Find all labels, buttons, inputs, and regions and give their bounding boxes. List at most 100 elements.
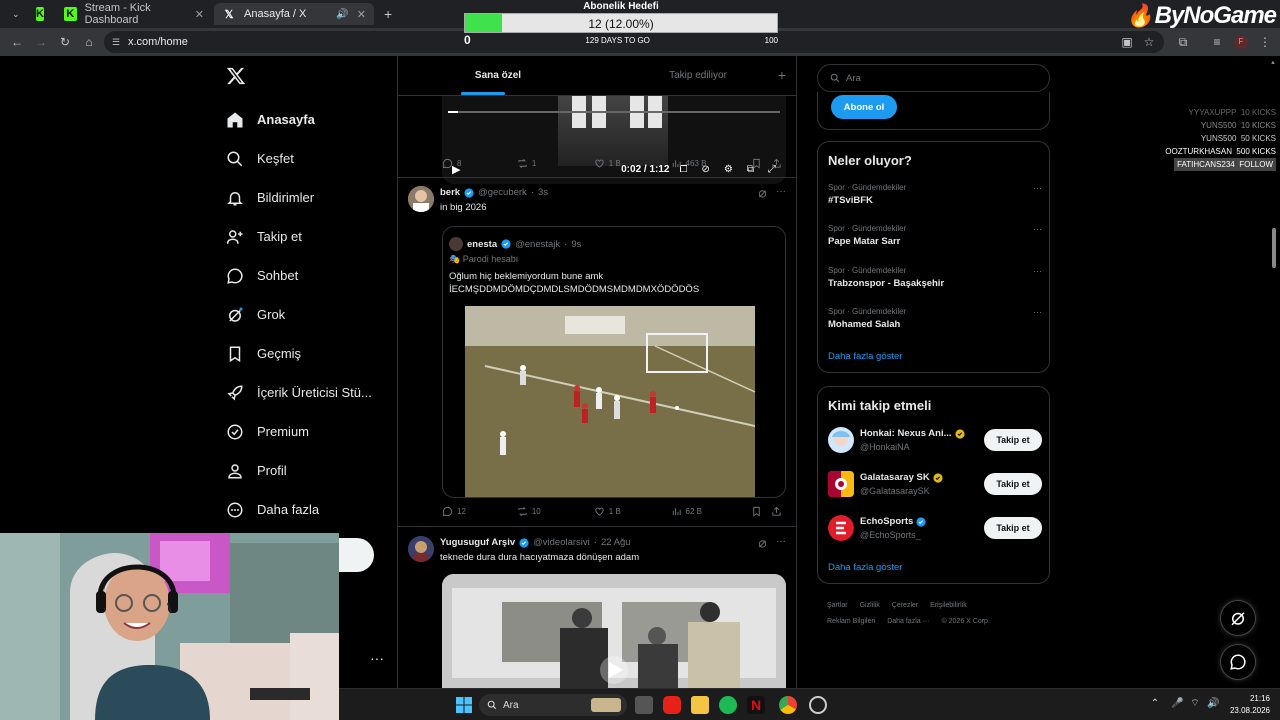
subscribe-button[interactable]: Abone ol <box>831 95 897 119</box>
avatar[interactable] <box>828 515 854 541</box>
sidebar-item-bookmarks[interactable]: Geçmiş <box>226 334 372 373</box>
like-button[interactable]: 1 B <box>594 506 671 517</box>
messages-floating-button[interactable] <box>1220 644 1256 680</box>
forward-icon[interactable]: → <box>34 35 48 49</box>
views-button[interactable]: 463 B <box>671 158 752 169</box>
audio-icon[interactable]: 🔊 <box>336 9 348 20</box>
windows-start-button[interactable] <box>455 696 473 714</box>
footer-link[interactable]: Erişilebilirlik <box>930 602 967 609</box>
tray-chevron-icon[interactable]: ⌃ <box>1149 698 1161 710</box>
trend-item[interactable]: Spor · Gündemdekiler Pape Matar Sarr ··· <box>828 224 1042 247</box>
show-more-link[interactable]: Daha fazla göster <box>828 562 902 573</box>
file-explorer-icon[interactable] <box>691 696 709 714</box>
quoted-tweet[interactable]: enesta @enestajk · 9s 🎭 Parodi hesabı Oğ… <box>442 226 786 498</box>
trend-item[interactable]: Spor · Gündemdekiler Mohamed Salah ··· <box>828 307 1042 330</box>
sidebar-item-grok[interactable]: Grok <box>226 295 372 334</box>
quoted-video-thumbnail[interactable] <box>465 306 755 497</box>
footer-link[interactable]: Gizlilik <box>860 602 880 609</box>
tab-kick-dashboard[interactable]: K Stream - Kick Dashboard ✕ <box>56 2 212 26</box>
show-more-link[interactable]: Daha fazla göster <box>828 351 902 362</box>
search-box[interactable] <box>817 64 1050 92</box>
follow-suggestion[interactable]: EchoSports @EchoSports_ Takip et <box>828 513 1042 543</box>
avatar[interactable] <box>408 186 434 212</box>
youtube-app-icon[interactable] <box>663 696 681 714</box>
extensions-icon[interactable]: ⧉ <box>1176 35 1190 49</box>
site-info-icon[interactable]: ☰ <box>112 37 120 48</box>
footer-link[interactable]: Şartlar <box>827 602 848 609</box>
tweet-time[interactable]: 22 Ağu <box>601 537 631 548</box>
sidebar-item-more[interactable]: Daha fazla <box>226 490 372 529</box>
follow-button[interactable]: Takip et <box>984 429 1042 451</box>
video-player[interactable]: ▶ 0:02 / 1:12 ⧠ ⊘ ⚙ ⧉ ⤢ <box>442 96 786 184</box>
sidebar-item-premium[interactable]: Premium <box>226 412 372 451</box>
bookmark-button[interactable] <box>751 158 771 169</box>
tweet-time[interactable]: 3s <box>538 187 548 198</box>
more-options-icon[interactable]: ··· <box>776 536 786 547</box>
search-input[interactable] <box>846 72 1026 84</box>
sidebar-item-follow[interactable]: Takip et <box>226 217 372 256</box>
grok-floating-button[interactable] <box>1220 600 1256 636</box>
more-options-icon[interactable]: ··· <box>1033 307 1042 317</box>
tweet[interactable]: Yugusuguf Arşiv @videolarsivi · 22 Ağu ·… <box>398 528 796 690</box>
sidebar-item-notifications[interactable]: Bildirimler <box>226 178 372 217</box>
sidebar-item-chat[interactable]: Sohbet <box>226 256 372 295</box>
page-scrollbar[interactable]: ▲ <box>1270 60 1278 688</box>
volume-icon[interactable]: 🔊 <box>1207 698 1219 710</box>
close-icon[interactable]: ✕ <box>195 8 204 21</box>
follow-button[interactable]: Takip et <box>984 473 1042 495</box>
task-view-icon[interactable] <box>635 696 653 714</box>
add-feed-icon[interactable]: + <box>778 67 786 83</box>
tab-x-home[interactable]: 𝕏 Anasayfa / X 🔊 ✕ <box>214 3 374 25</box>
repost-button[interactable]: 10 <box>517 506 594 517</box>
views-button[interactable]: 62 B <box>671 506 752 517</box>
profile-avatar[interactable]: F <box>1234 35 1248 49</box>
sidebar-item-profile[interactable]: Profil <box>226 451 372 490</box>
share-button[interactable] <box>771 506 782 517</box>
sidebar-item-explore[interactable]: Keşfet <box>226 139 372 178</box>
tweet-video-thumbnail[interactable] <box>442 574 786 690</box>
avatar[interactable] <box>408 536 434 562</box>
more-options-icon[interactable]: ··· <box>776 186 786 197</box>
x-logo-icon[interactable] <box>226 66 246 86</box>
cast-icon[interactable]: ▣ <box>1120 35 1134 49</box>
scroll-up-icon[interactable]: ▲ <box>1270 60 1276 66</box>
share-button[interactable] <box>771 158 782 169</box>
follow-suggestion[interactable]: Galatasaray SK @GalatasaraySK Takip et <box>828 469 1042 499</box>
author-name[interactable]: Yugusuguf Arşiv <box>440 537 515 548</box>
like-button[interactable]: 1 B <box>594 158 671 169</box>
avatar[interactable] <box>828 471 854 497</box>
more-options-icon[interactable]: ··· <box>1033 183 1042 193</box>
tab-for-you[interactable]: Sana özel <box>398 56 598 95</box>
star-icon[interactable]: ☆ <box>1142 35 1156 49</box>
tweet[interactable]: berk @gecuberk · 3s ··· in big 2026 enes… <box>398 178 796 526</box>
trend-item[interactable]: Spor · Gündemdekiler Trabzonspor - Başak… <box>828 266 1042 289</box>
sidebar-item-home[interactable]: Anasayfa <box>226 100 372 139</box>
reply-button[interactable]: 8 <box>442 158 517 169</box>
footer-link[interactable]: Daha fazla ··· <box>887 618 929 625</box>
microphone-icon[interactable]: 🎤 <box>1171 698 1183 710</box>
author-handle[interactable]: @gecuberk <box>478 187 527 198</box>
scrollbar-thumb[interactable] <box>1272 228 1276 268</box>
app-icon[interactable] <box>809 696 827 714</box>
close-icon[interactable]: ✕ <box>357 8 366 21</box>
spotify-app-icon[interactable] <box>719 696 737 714</box>
back-icon[interactable]: ← <box>10 35 24 49</box>
tab-list-button[interactable]: ⌄ <box>4 3 24 25</box>
taskbar-search[interactable]: Ara <box>479 694 627 716</box>
follow-button[interactable]: Takip et <box>984 517 1042 539</box>
video-progress-bar[interactable] <box>448 111 780 113</box>
tab-kick-pinned[interactable]: K <box>28 3 52 25</box>
more-options-icon[interactable]: ··· <box>1033 266 1042 276</box>
tab-following[interactable]: Takip ediliyor <box>598 56 796 95</box>
chrome-app-icon[interactable] <box>779 696 797 714</box>
avatar[interactable] <box>828 427 854 453</box>
taskbar-clock[interactable]: 21:16 23.08.2026 <box>1230 693 1270 717</box>
account-menu-dots[interactable]: ··· <box>370 650 384 666</box>
trend-item[interactable]: Spor · Gündemdekiler #TSviBFK ··· <box>828 183 1042 206</box>
menu-dots-icon[interactable]: ⋮ <box>1258 35 1272 49</box>
netflix-app-icon[interactable]: N <box>747 696 765 714</box>
grok-icon[interactable] <box>757 188 768 199</box>
reload-icon[interactable]: ↻ <box>58 35 72 49</box>
reply-button[interactable]: 12 <box>442 506 517 517</box>
author-name[interactable]: berk <box>440 187 460 198</box>
